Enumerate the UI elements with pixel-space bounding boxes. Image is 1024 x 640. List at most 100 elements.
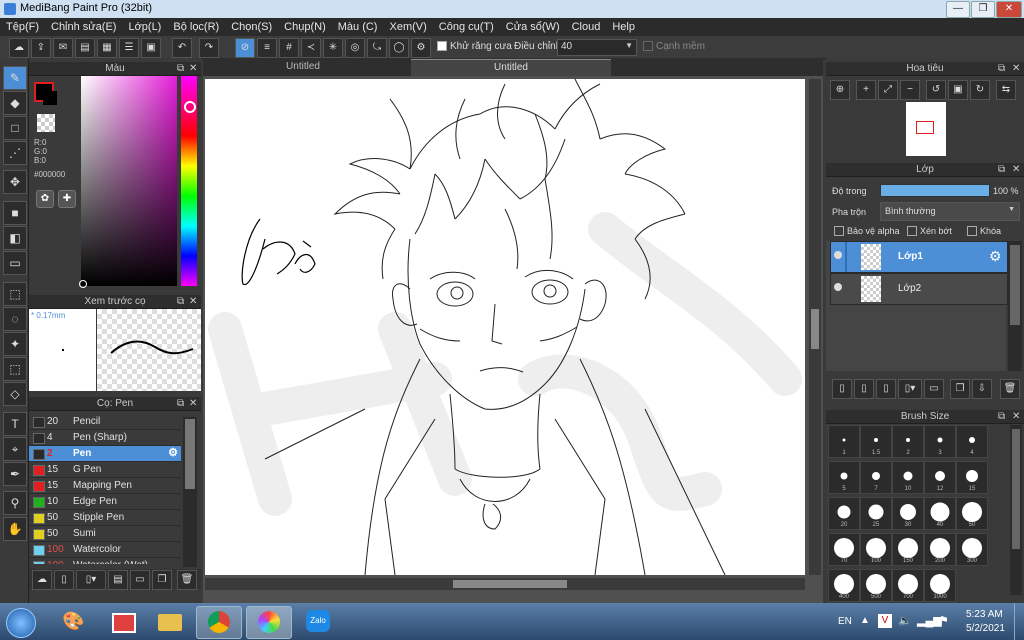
saturation-value-picker[interactable] xyxy=(81,76,177,286)
brush-size-option[interactable]: 15 xyxy=(956,461,988,494)
bucket-tool-icon[interactable]: ◧ xyxy=(3,226,27,250)
brush-item[interactable]: 20 Pencil xyxy=(29,414,181,430)
brush-item[interactable]: 50 Stipple Pen xyxy=(29,510,181,526)
edge-checkbox[interactable] xyxy=(643,41,657,53)
brush-item[interactable]: 2 Pen ⚙ xyxy=(29,446,181,462)
clipping-checkbox[interactable] xyxy=(907,226,921,238)
brush-size-option[interactable]: 400 xyxy=(828,569,860,602)
sv-cursor[interactable] xyxy=(79,280,87,288)
background-color-swatch[interactable] xyxy=(43,91,57,105)
tab-untitled-1[interactable]: Untitled xyxy=(203,59,403,75)
add-brush-menu-icon[interactable]: ▯▾ xyxy=(76,570,106,590)
menu-capture[interactable]: Chụp(N) xyxy=(278,18,332,36)
visibility-icon[interactable] xyxy=(834,283,842,291)
paint-app-icon[interactable]: 🎨 xyxy=(50,606,94,637)
tab-untitled-2[interactable]: Untitled xyxy=(411,59,611,76)
brush-size-option[interactable]: 100 xyxy=(860,533,892,566)
scroll-thumb[interactable] xyxy=(185,419,195,489)
select-pen-tool-icon[interactable]: ⬚ xyxy=(3,357,27,381)
layer-row[interactable]: Lớp2 xyxy=(830,273,1008,305)
brush-size-option[interactable]: 12 xyxy=(924,461,956,494)
menu-color[interactable]: Màu (C) xyxy=(332,18,384,36)
brush-size-option[interactable]: 30 xyxy=(892,497,924,530)
clock-date[interactable]: 5/2/2021 xyxy=(966,623,1005,634)
speaker-icon[interactable]: 🔈 xyxy=(898,614,912,627)
cloud-icon[interactable]: ☁ xyxy=(9,38,29,58)
blend-select[interactable]: Bình thường ▼ xyxy=(880,202,1020,221)
undock-icon[interactable]: ⧉ xyxy=(177,62,184,75)
opacity-slider[interactable] xyxy=(880,184,990,197)
close-icon[interactable]: ✕ xyxy=(1012,410,1020,423)
redo-icon[interactable]: ↷ xyxy=(199,38,219,58)
undock-icon[interactable]: ⧉ xyxy=(177,295,184,308)
close-icon[interactable]: ✕ xyxy=(1012,62,1020,75)
rotate-right-icon[interactable]: ↻ xyxy=(970,80,990,100)
panel-icon[interactable]: ▦ xyxy=(97,38,117,58)
parallel-snap-icon[interactable]: ≡ xyxy=(257,38,277,58)
drawing-canvas[interactable] xyxy=(205,79,805,575)
undo-icon[interactable]: ↶ xyxy=(172,38,192,58)
network-icon[interactable]: ▂▄▆ xyxy=(917,614,942,627)
brush-item[interactable]: 50 Sumi xyxy=(29,526,181,542)
delete-icon[interactable]: 🗑 xyxy=(177,570,197,590)
menu-layer[interactable]: Lớp(L) xyxy=(122,18,167,36)
scroll-thumb[interactable] xyxy=(811,309,819,349)
lock-checkbox[interactable] xyxy=(967,226,981,238)
brush-item[interactable]: 15 G Pen xyxy=(29,462,181,478)
visibility-icon[interactable] xyxy=(834,251,842,259)
close-icon[interactable]: ✕ xyxy=(189,397,197,410)
canvas-vertical-scrollbar[interactable] xyxy=(809,79,821,575)
flag-icon[interactable]: ⚑ xyxy=(939,614,949,627)
eyedropper-tool-icon[interactable]: ⚲ xyxy=(3,491,27,515)
menu-window[interactable]: Cửa sổ(W) xyxy=(500,18,566,36)
brush-size-option[interactable]: 10 xyxy=(892,461,924,494)
menu-select[interactable]: Chọn(S) xyxy=(225,18,278,36)
list-icon[interactable]: ☰ xyxy=(119,38,139,58)
brush-size-option[interactable]: 1 xyxy=(828,425,860,458)
brush-size-option[interactable]: 50 xyxy=(956,497,988,530)
vanishing-snap-icon[interactable]: ≺ xyxy=(301,38,321,58)
clock-time[interactable]: 5:23 AM xyxy=(966,609,1003,620)
scroll-thumb[interactable] xyxy=(1010,245,1020,325)
scroll-thumb[interactable] xyxy=(1012,429,1020,549)
adjust-select[interactable]: 40 ▼ xyxy=(557,39,637,56)
brush-size-option[interactable]: 2 xyxy=(892,425,924,458)
brush-size-option[interactable]: 1000 xyxy=(924,569,956,602)
brush-size-option[interactable]: 20 xyxy=(828,497,860,530)
menu-filter[interactable]: Bộ lọc(R) xyxy=(167,18,225,36)
brush-size-option[interactable]: 3 xyxy=(924,425,956,458)
brush-size-option[interactable]: 500 xyxy=(860,569,892,602)
brush-list-scrollbar[interactable] xyxy=(183,417,197,567)
brush-size-option[interactable]: 25 xyxy=(860,497,892,530)
scroll-thumb[interactable] xyxy=(453,580,567,588)
zoom-in-icon[interactable]: + xyxy=(856,80,876,100)
close-button[interactable]: ✕ xyxy=(996,1,1022,18)
protect-alpha-checkbox[interactable] xyxy=(834,226,848,238)
transparent-color-swatch[interactable] xyxy=(37,114,55,132)
menu-cloud[interactable]: Cloud xyxy=(566,18,607,36)
app-grid-icon[interactable] xyxy=(100,606,144,637)
brush-item[interactable]: 100 Watercolor xyxy=(29,542,181,558)
language-indicator[interactable]: EN xyxy=(838,616,852,627)
zoom-fit-icon[interactable]: ⊕ xyxy=(830,80,850,100)
gear-icon[interactable]: ⚙ xyxy=(989,248,1002,265)
brush-settings-icon[interactable]: ▤ xyxy=(108,570,128,590)
close-icon[interactable]: ✕ xyxy=(1012,163,1020,176)
snap-settings-icon[interactable]: ⚙ xyxy=(411,38,431,58)
fit-window-icon[interactable]: ⤢ xyxy=(878,80,898,100)
cross-snap-icon[interactable]: # xyxy=(279,38,299,58)
hand-tool-icon[interactable]: ✋ xyxy=(3,517,27,541)
undock-icon[interactable]: ⧉ xyxy=(998,62,1005,75)
gradient-tool-icon[interactable]: ▭ xyxy=(3,251,27,275)
folder-icon[interactable]: ▭ xyxy=(924,379,944,399)
color-add-icon[interactable]: ✚ xyxy=(58,190,76,208)
new-layer-icon[interactable]: ▯ xyxy=(832,379,852,399)
fill-rect-tool-icon[interactable]: ■ xyxy=(3,201,27,225)
brush-size-option[interactable]: 150 xyxy=(892,533,924,566)
undock-icon[interactable]: ⧉ xyxy=(177,397,184,410)
viewport-indicator[interactable] xyxy=(916,121,934,134)
duplicate-icon[interactable]: ❐ xyxy=(152,570,172,590)
circle-snap-icon[interactable]: ◎ xyxy=(345,38,365,58)
menu-tools[interactable]: Công cụ(T) xyxy=(433,18,500,36)
radial-snap-icon[interactable]: ✳ xyxy=(323,38,343,58)
